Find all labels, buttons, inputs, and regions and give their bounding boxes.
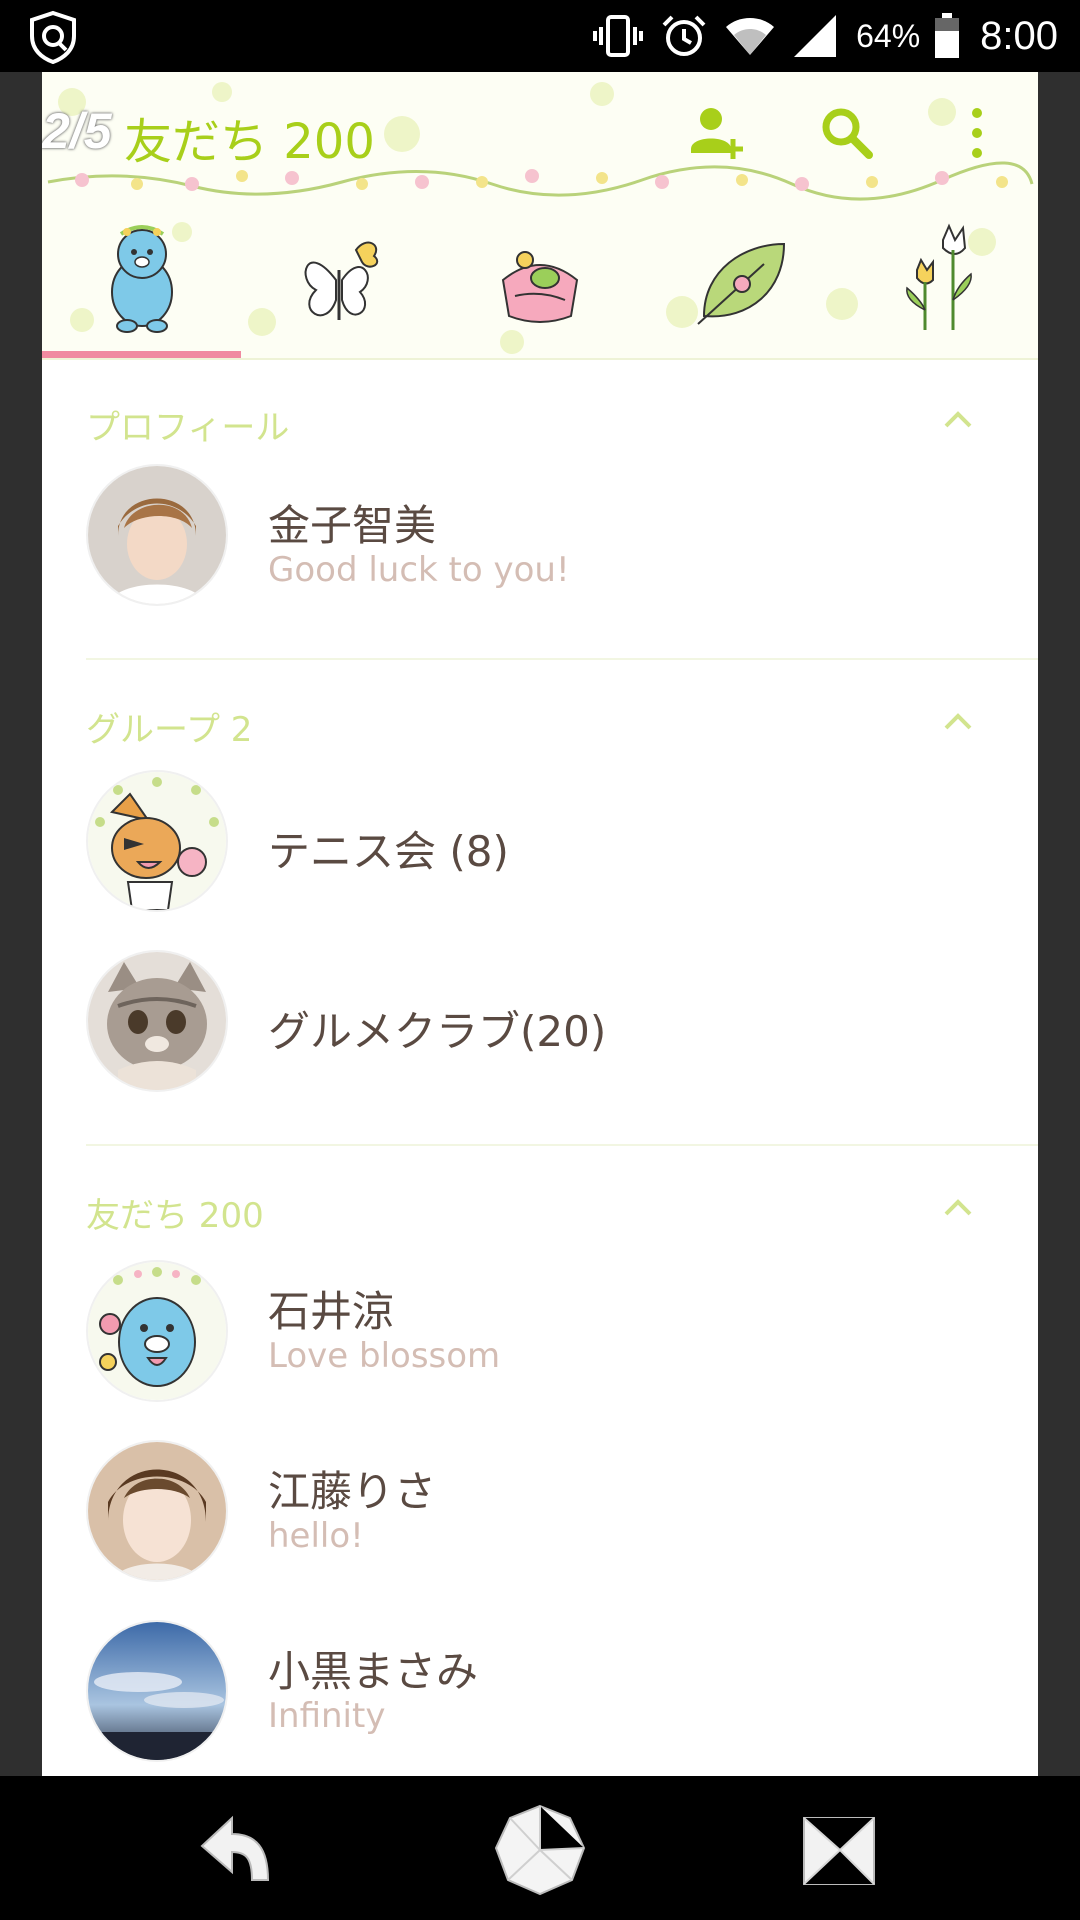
- avatar: [86, 1620, 228, 1762]
- profile-row[interactable]: 金子智美 Good luck to you!: [42, 464, 1038, 624]
- collapse-icon[interactable]: [940, 704, 976, 740]
- clock: 8:00: [980, 13, 1058, 58]
- tab-tulip[interactable]: [839, 202, 1038, 358]
- avatar: [86, 950, 228, 1092]
- tab-butterfly[interactable]: [241, 202, 440, 358]
- add-friend-button[interactable]: [682, 98, 752, 168]
- friend-name: 小黒まさみ: [268, 1647, 479, 1696]
- more-menu-icon: [972, 108, 982, 158]
- back-icon: [200, 1815, 270, 1881]
- tab-bag[interactable]: [440, 202, 639, 358]
- recent-apps-icon: [803, 1817, 875, 1885]
- avatar: [86, 464, 228, 606]
- collapse-icon[interactable]: [940, 402, 976, 438]
- header: 2/5 友だち 200: [42, 72, 1038, 360]
- add-friend-icon: [691, 108, 743, 159]
- recent-apps-button[interactable]: [790, 1800, 890, 1900]
- group-row[interactable]: グルメクラブ(20): [42, 950, 1038, 1110]
- friend-status: Infinity: [268, 1696, 386, 1736]
- tulip-icon: [906, 223, 973, 330]
- home-button[interactable]: [490, 1800, 590, 1900]
- otter-icon: [110, 225, 173, 333]
- divider: [86, 658, 1038, 660]
- status-bar: 64% 8:00: [0, 0, 1080, 72]
- group-row[interactable]: テニス会 (8): [42, 770, 1038, 930]
- friend-status: hello!: [268, 1516, 364, 1556]
- battery-icon: [935, 13, 960, 58]
- section-label: 友だち 200: [86, 1196, 264, 1236]
- avatar: [86, 770, 228, 912]
- section-label: プロフィール: [86, 408, 290, 448]
- butterfly-icon: [304, 241, 378, 320]
- friend-status: Love blossom: [268, 1336, 501, 1376]
- signal-icon: [794, 15, 837, 57]
- more-menu-button[interactable]: [942, 98, 1012, 168]
- group-name: グルメクラブ(20): [268, 1007, 607, 1056]
- tab-bar: [42, 202, 1038, 358]
- profile-status: Good luck to you!: [268, 550, 570, 590]
- profile-name: 金子智美: [268, 501, 437, 550]
- section-label: グループ 2: [86, 710, 253, 750]
- shield-icon: [30, 10, 76, 64]
- search-button[interactable]: [812, 98, 882, 168]
- home-icon: [494, 1804, 586, 1896]
- groups-section-header: グループ 2: [86, 692, 1006, 752]
- leaf-icon: [697, 242, 786, 325]
- bag-icon: [501, 251, 579, 323]
- avatar: [86, 1260, 228, 1402]
- wifi-icon: [726, 18, 775, 55]
- alarm-icon: [662, 15, 706, 56]
- search-icon: [822, 108, 873, 159]
- navigation-bar: [0, 1776, 1080, 1920]
- back-button[interactable]: [190, 1800, 290, 1900]
- friend-name: 江藤りさ: [268, 1467, 437, 1516]
- tab-friends[interactable]: [42, 202, 241, 358]
- tab-leaf[interactable]: [640, 202, 839, 358]
- group-name: テニス会 (8): [268, 827, 509, 876]
- divider: [86, 1144, 1038, 1146]
- friends-section-header: 友だち 200: [86, 1178, 1006, 1238]
- battery-percent: 64%: [856, 17, 921, 54]
- friend-name: 石井涼: [268, 1287, 395, 1336]
- avatar: [86, 1440, 228, 1582]
- friend-row[interactable]: 江藤りさ hello!: [42, 1440, 1038, 1600]
- collapse-icon[interactable]: [940, 1190, 976, 1226]
- profile-section-header: プロフィール: [86, 390, 1006, 450]
- active-tab-indicator: [42, 351, 241, 358]
- friends-screen: 2/5 友だち 200 プロフィール 金子智美 Good luck to you…: [42, 72, 1038, 1776]
- page-title: 友だち 200: [124, 114, 375, 170]
- friend-row[interactable]: 小黒まさみ Infinity: [42, 1620, 1038, 1776]
- page-indicator: 2/5: [42, 103, 112, 159]
- friend-row[interactable]: 石井涼 Love blossom: [42, 1260, 1038, 1420]
- vibrate-icon: [593, 15, 644, 57]
